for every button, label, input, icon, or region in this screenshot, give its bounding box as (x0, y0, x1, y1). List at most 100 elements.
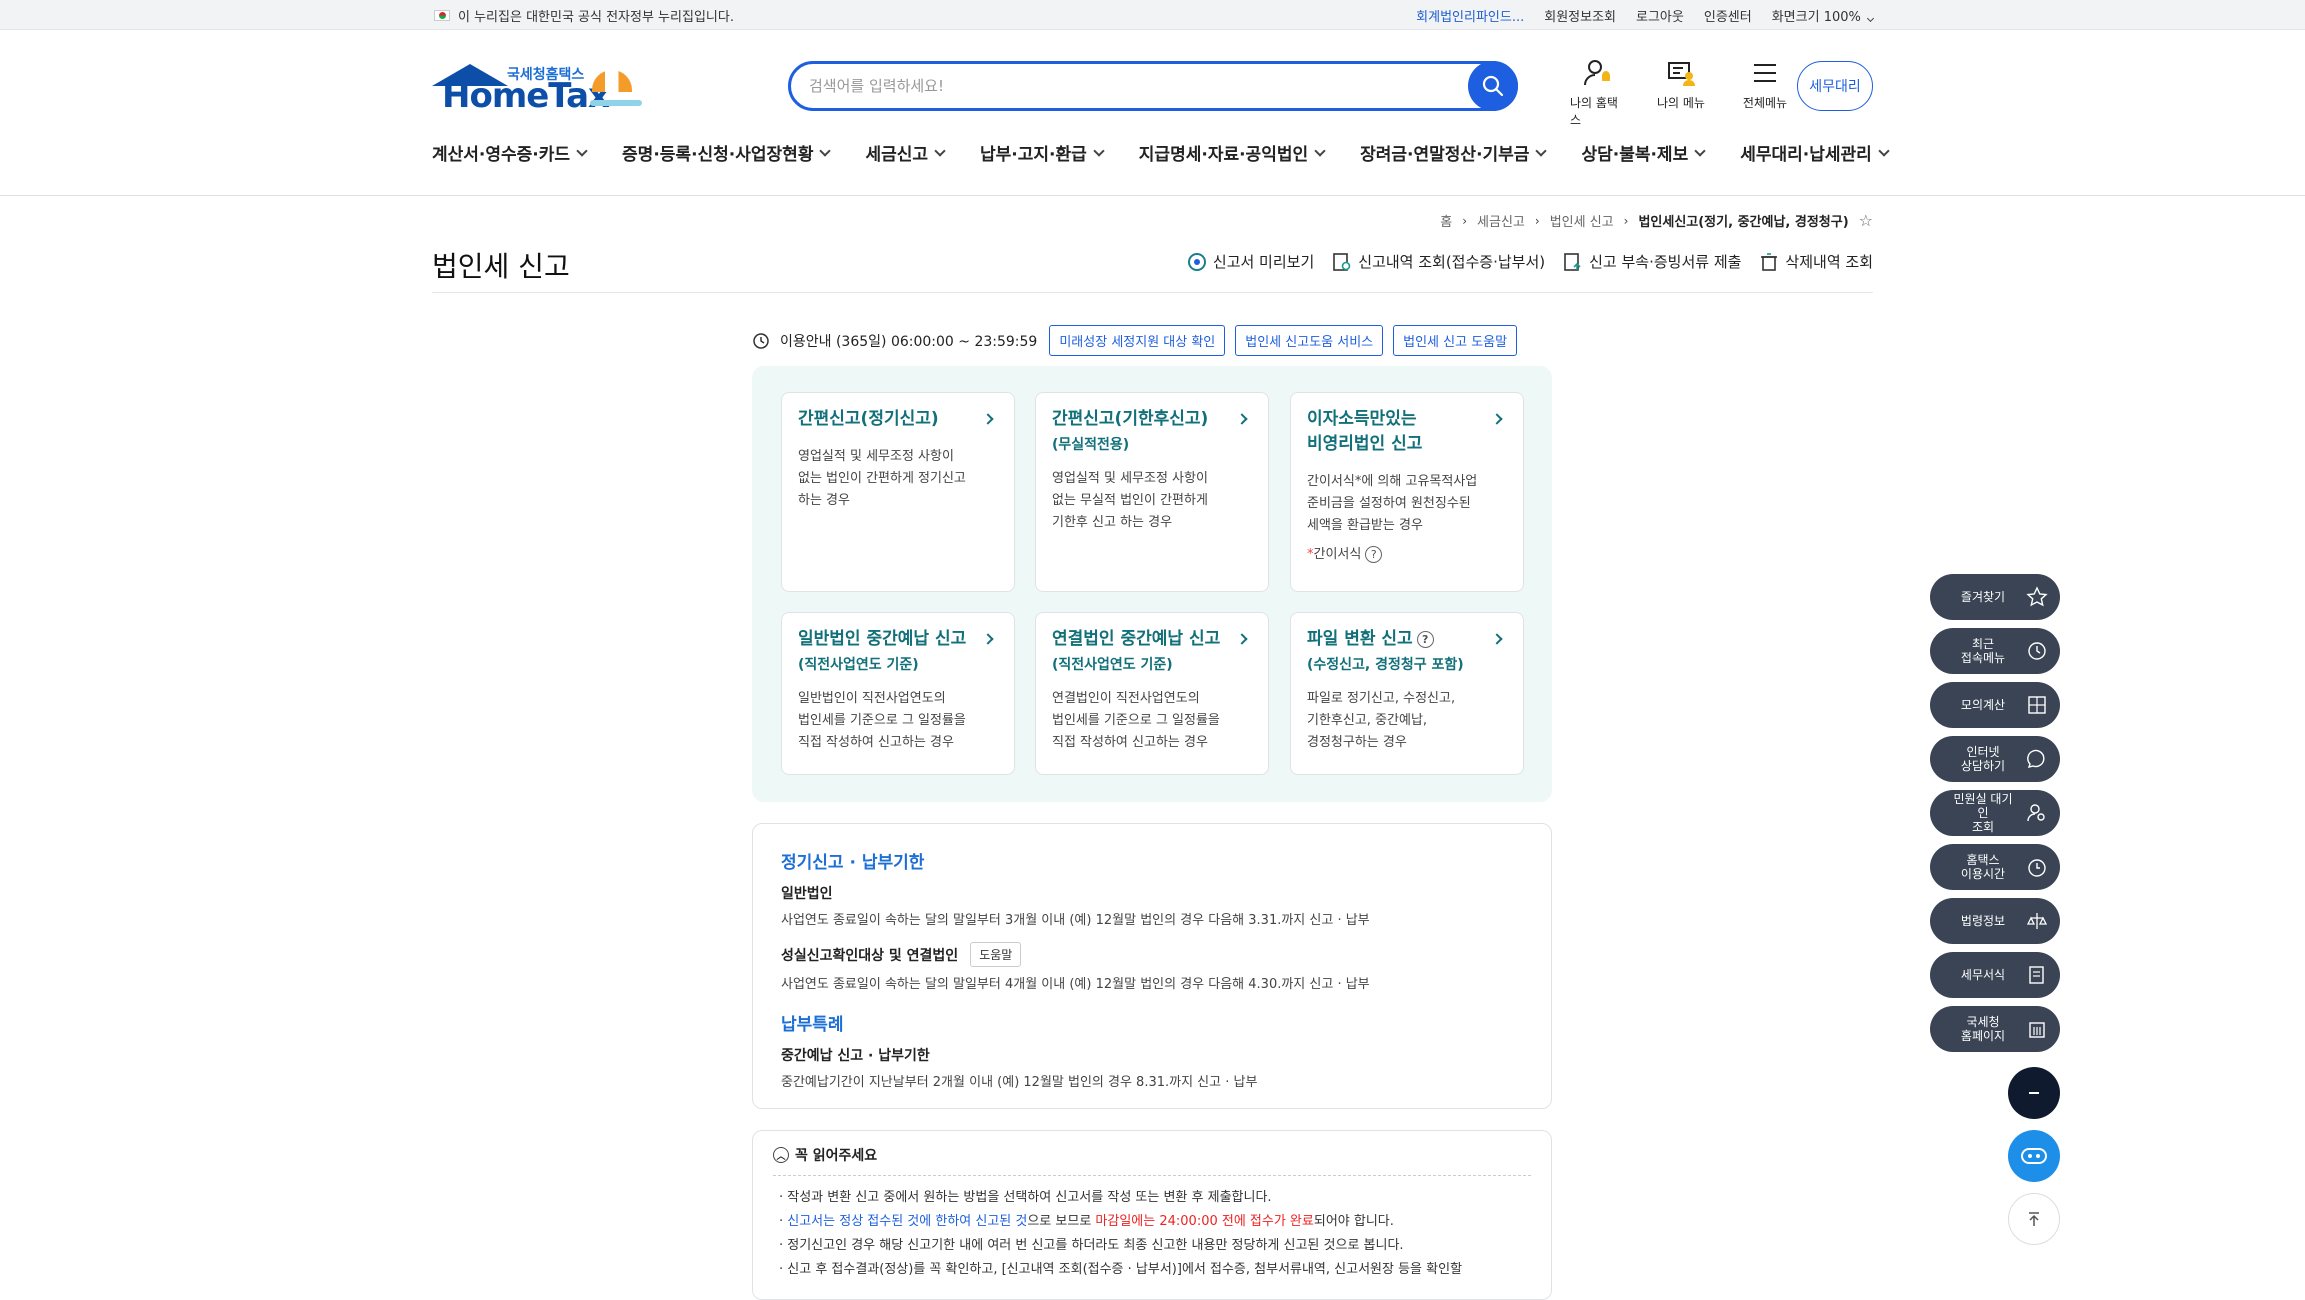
interim-title: 중간예납 신고 · 납부기한 (781, 1048, 930, 1064)
search-box (788, 61, 1518, 111)
clock-icon (2028, 642, 2046, 660)
deleted-history-button[interactable]: 삭제내역 조회 (1759, 251, 1873, 272)
my-menu-button[interactable]: 나의 메뉴 (1654, 58, 1708, 128)
card-title: 간편신고(정기신고) (798, 409, 939, 429)
faithful-corp-desc: 사업연도 종료일이 속하는 달의 말일부터 4개월 이내 (예) 12월말 법인… (781, 977, 1370, 992)
quick-label: 민원실 대기인 (1953, 792, 2013, 820)
quick-label-line2: 조회 (1971, 820, 1995, 834)
card-title: 일반법인 중간예납 신고 (798, 629, 967, 649)
divider (773, 1175, 1531, 1176)
tax-agent-button[interactable]: 세무대리 (1797, 61, 1873, 111)
general-corp-desc: 사업연도 종료일이 속하는 달의 말일부터 3개월 이내 (예) 12월말 법인… (781, 913, 1370, 928)
special-payment-heading: 납부특례 (781, 1015, 844, 1035)
nav-payment[interactable]: 납부·고지·환급 (980, 140, 1105, 165)
gov-banner: 이 누리집은 대한민국 공식 전자정부 누리집입니다. 회계법인리파인드... … (0, 0, 2305, 30)
my-menu-label: 나의 메뉴 (1657, 96, 1705, 110)
search-icon (1482, 75, 1504, 97)
breadcrumb-corporate-tax[interactable]: 법인세 신고 (1550, 211, 1614, 230)
quick-forms-button[interactable]: 세무서식 (1930, 952, 2060, 998)
nav-incentives[interactable]: 장려금·연말정산·기부금 (1360, 140, 1548, 165)
filing-help-button[interactable]: 법인세 신고 도움말 (1393, 325, 1518, 356)
filing-history-label: 신고내역 조회(접수증·납부서) (1358, 253, 1546, 271)
quick-menu: 즐겨찾기 최근 접속메뉴 모의계산 인터넷 상담하기 민원실 대기인 조회 홈택스 이용… (1930, 574, 2060, 1052)
help-icon[interactable]: ? (1416, 630, 1434, 648)
card-desc-line: 없는 무실적 법인이 간편하게 (1052, 493, 1208, 508)
quick-recent-button[interactable]: 최근 접속메뉴 (1930, 628, 2060, 674)
card-simple-regular[interactable]: 간편신고(정기신고) 영업실적 및 세무조정 사항이 없는 법인이 간편하게 정기… (781, 392, 1015, 592)
chat-icon (2027, 749, 2045, 768)
card-file-conversion[interactable]: 파일 변환 신고? (수정신고, 경정청구 포함) 파일로 정기신고, 수정신고… (1290, 612, 1524, 775)
card-title: 이자소득만있는 (1307, 409, 1417, 429)
must-read-toggle[interactable]: ︿ 꼭 읽어주세요 (773, 1145, 1531, 1165)
help-button[interactable]: 도움말 (970, 942, 1022, 967)
card-desc-line: 연결법인이 직전사업연도의 (1052, 691, 1200, 706)
collapse-quick-menu-button[interactable] (2008, 1067, 2060, 1119)
help-icon[interactable]: ? (1365, 546, 1383, 563)
zoom-control[interactable]: 화면크기 100% (1771, 6, 1875, 25)
search-button[interactable] (1468, 61, 1518, 111)
nav-payment-statements[interactable]: 지급명세·자료·공익법인 (1139, 140, 1326, 165)
building-icon (2029, 1022, 2045, 1038)
hometax-logo[interactable]: 국세청홈택스 HomeTax (432, 60, 647, 116)
nav-label: 상담·불복·제보 (1581, 145, 1689, 165)
list-item-text: 되어야 합니다. (1313, 1214, 1394, 1229)
title-actions: 신고서 미리보기 신고내역 조회(접수증·납부서) 신고 부속·증빙서류 제출 … (1187, 251, 1873, 272)
breadcrumb: 홈 › 세금신고 › 법인세 신고 › 법인세신고(정기, 중간예납, 경정청구) ☆ (1440, 211, 1873, 230)
quick-waiting-button[interactable]: 민원실 대기인 조회 (1930, 790, 2060, 836)
all-menu-button[interactable]: 전체메뉴 (1738, 58, 1792, 128)
quick-consult-button[interactable]: 인터넷 상담하기 (1930, 736, 2060, 782)
growth-support-button[interactable]: 미래성장 세정지원 대상 확인 (1049, 325, 1226, 356)
quick-hours-button[interactable]: 홈택스 이용시간 (1930, 844, 2060, 890)
filing-history-button[interactable]: 신고내역 조회(접수증·납부서) (1332, 251, 1545, 272)
list-item-emphasis: 신고서는 정상 접수된 것에 한하여 신고된 것 (787, 1214, 1028, 1229)
document-upload-icon (1564, 252, 1581, 271)
chevron-down-icon (1093, 144, 1105, 157)
quick-favorites-button[interactable]: 즐겨찾기 (1930, 574, 2060, 620)
company-name-link[interactable]: 회계법인리파인드... (1416, 6, 1524, 25)
chevron-down-icon (819, 144, 832, 157)
nav-invoices[interactable]: 계산서·영수증·카드 (432, 140, 588, 165)
quick-nts-homepage-button[interactable]: 국세청 홈페이지 (1930, 1006, 2060, 1052)
card-subtitle: (직전사업연도 기준) (1052, 657, 1173, 673)
favorite-star-icon[interactable]: ☆ (1859, 211, 1873, 230)
nav-tax-agent[interactable]: 세무대리·납세관리 (1740, 140, 1890, 165)
nav-label: 장려금·연말정산·기부금 (1360, 145, 1530, 165)
quick-label: 법령정보 (1960, 914, 2006, 928)
nav-tax-filing[interactable]: 세금신고 (865, 140, 946, 165)
chatbot-button[interactable] (2008, 1130, 2060, 1182)
card-title: 연결법인 중간예납 신고 (1052, 629, 1221, 649)
list-item-text: 정기신고인 경우 해당 신고기한 내에 여러 번 신고를 하더라도 최종 신고한… (787, 1238, 1404, 1253)
submit-documents-button[interactable]: 신고 부속·증빙서류 제출 (1563, 251, 1741, 272)
list-item-warning: 마감일에는 24:00:00 전에 접수가 완료 (1095, 1214, 1314, 1229)
filing-help-service-button[interactable]: 법인세 신고도움 서비스 (1235, 325, 1384, 356)
card-desc-line: 직접 작성하여 신고하는 경우 (1052, 735, 1208, 750)
my-hometax-button[interactable]: 나의 홈택스 (1570, 58, 1624, 128)
nav-certificates[interactable]: 증명·등록·신청·사업장현황 (622, 140, 832, 165)
preview-form-button[interactable]: 신고서 미리보기 (1187, 251, 1314, 272)
cert-center-link[interactable]: 인증센터 (1704, 6, 1752, 25)
card-desc-line: 직접 작성하여 신고하는 경우 (798, 735, 954, 750)
logout-link[interactable]: 로그아웃 (1636, 6, 1684, 25)
scroll-top-button[interactable] (2008, 1193, 2060, 1245)
gov-notice[interactable]: 이 누리집은 대한민국 공식 전자정부 누리집입니다. (458, 6, 734, 25)
scale-icon (2026, 913, 2048, 929)
nav-label: 증명·등록·신청·사업장현황 (622, 145, 814, 165)
card-desc-line: 일반법인이 직전사업연도의 (798, 691, 946, 706)
all-menu-label: 전체메뉴 (1742, 96, 1788, 110)
member-info-link[interactable]: 회원정보조회 (1544, 6, 1616, 25)
card-nonprofit-interest[interactable]: 이자소득만있는 비영리법인 신고 간이서식*에 의해 고유목적사업 준비금을 설정하… (1290, 392, 1524, 592)
quick-calculator-button[interactable]: 모의계산 (1930, 682, 2060, 728)
search-input[interactable] (809, 64, 1429, 108)
card-consolidated-interim[interactable]: 연결법인 중간예납 신고 (직전사업연도 기준) 연결법인이 직전사업연도의 법인… (1035, 612, 1269, 775)
quick-label: 즐겨찾기 (1960, 590, 2006, 604)
hamburger-icon (1754, 64, 1776, 82)
card-desc-line: 경정청구하는 경우 (1307, 735, 1407, 750)
card-desc-line: 법인세를 기준으로 그 일정률을 (798, 713, 966, 728)
zoom-label: 화면크기 (1771, 9, 1820, 25)
nav-consultation[interactable]: 상담·불복·제보 (1581, 140, 1706, 165)
breadcrumb-home[interactable]: 홈 (1440, 211, 1452, 230)
breadcrumb-tax-filing[interactable]: 세금신고 (1477, 211, 1525, 230)
card-general-interim[interactable]: 일반법인 중간예납 신고 (직전사업연도 기준) 일반법인이 직전사업연도의 법인… (781, 612, 1015, 775)
quick-law-button[interactable]: 법령정보 (1930, 898, 2060, 944)
card-simple-late[interactable]: 간편신고(기한후신고) (무실적전용) 영업실적 및 세무조정 사항이 없는 무실… (1035, 392, 1269, 592)
